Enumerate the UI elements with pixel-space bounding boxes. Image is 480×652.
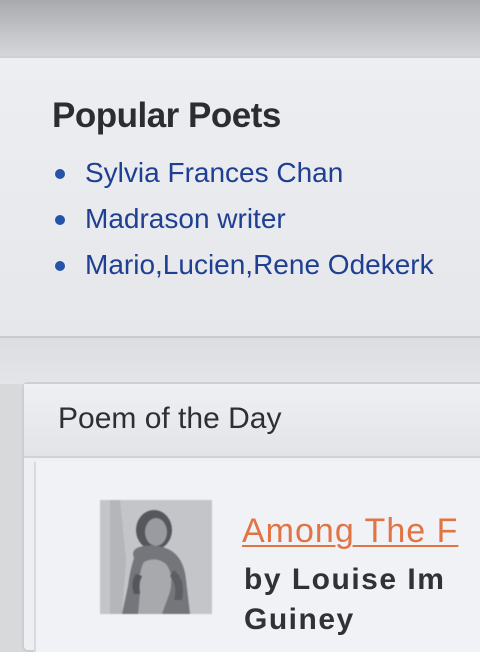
- bullet-icon: [55, 215, 65, 225]
- poem-author: by Louise Im Guiney: [244, 560, 480, 640]
- top-bar: [0, 0, 480, 56]
- poet-list-item[interactable]: Sylvia Frances Chan: [52, 156, 480, 202]
- poet-link[interactable]: Sylvia Frances Chan: [85, 157, 343, 188]
- poet-portrait-image[interactable]: [100, 500, 212, 614]
- popular-poets-list: Sylvia Frances Chan Madrason writer Mari…: [52, 156, 480, 294]
- poem-title-link[interactable]: Among The F: [242, 512, 458, 551]
- bullet-icon: [55, 261, 65, 271]
- poem-of-the-day-header: Poem of the Day: [24, 384, 480, 458]
- poet-portrait-icon: [100, 500, 212, 614]
- poet-link[interactable]: Mario,Lucien,Rene Odekerk: [85, 249, 434, 280]
- section-gap: [0, 338, 480, 384]
- poem-author-line-1: by Louise Im: [244, 563, 446, 596]
- poet-list-item[interactable]: Madrason writer: [52, 202, 480, 248]
- popular-poets-title: Popular Poets: [52, 96, 281, 135]
- poem-of-the-day-card: Poem of the Day Among The F by Louise Im…: [22, 382, 480, 652]
- poet-list-item[interactable]: Mario,Lucien,Rene Odekerk: [52, 248, 480, 294]
- poem-of-the-day-body: Among The F by Louise Im Guiney: [34, 462, 480, 652]
- poet-link[interactable]: Madrason writer: [85, 203, 286, 234]
- popular-poets-panel: Popular Poets Sylvia Frances Chan Madras…: [0, 56, 480, 338]
- bullet-icon: [55, 169, 65, 179]
- poem-of-the-day-title: Poem of the Day: [58, 402, 282, 435]
- poem-author-line-2[interactable]: Guiney: [244, 600, 480, 640]
